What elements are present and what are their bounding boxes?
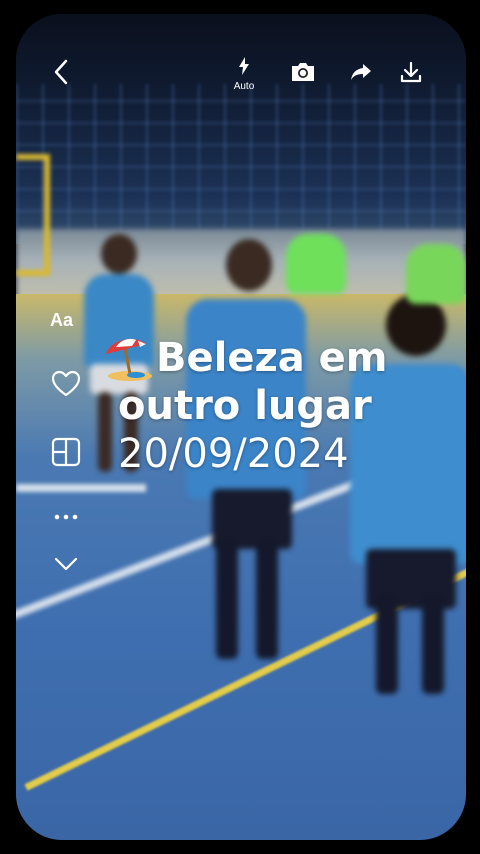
photo-goal (16, 154, 50, 276)
flash-mode-label: Auto (233, 80, 255, 92)
download-icon (400, 61, 422, 88)
download-button[interactable] (396, 54, 426, 94)
caption-line-2: outro lugar (118, 383, 372, 429)
photo-player (286, 224, 346, 324)
photo-caption[interactable]: Beleza em outro lugar 20/09/2024 (102, 334, 442, 478)
collapse-button[interactable] (44, 546, 88, 586)
flash-icon (238, 56, 250, 80)
top-toolbar: Auto (0, 54, 480, 94)
court-line (16, 484, 146, 492)
like-button[interactable] (44, 366, 88, 406)
caption-line-1-text: Beleza em (156, 335, 388, 381)
camera-icon (290, 61, 316, 88)
flash-button[interactable]: Auto (226, 54, 262, 94)
layout-button[interactable] (44, 434, 88, 474)
text-tool-button[interactable]: Aa (44, 300, 94, 340)
layout-grid-icon (51, 437, 81, 472)
back-button[interactable] (46, 54, 76, 94)
beach-umbrella-emoji (102, 334, 154, 382)
photo-player (396, 224, 466, 324)
caption-date: 20/09/2024 (118, 431, 349, 477)
chevron-down-icon (54, 557, 78, 576)
chevron-left-icon (53, 59, 69, 90)
share-arrow-icon (350, 63, 372, 86)
caption-line-1: Beleza em (102, 334, 442, 382)
share-button[interactable] (346, 54, 376, 94)
camera-button[interactable] (288, 54, 318, 94)
more-dots-icon (54, 507, 78, 525)
more-button[interactable] (44, 496, 88, 536)
heart-icon (51, 370, 81, 403)
text-tool-label: Aa (50, 309, 74, 330)
photo-net (16, 84, 466, 234)
